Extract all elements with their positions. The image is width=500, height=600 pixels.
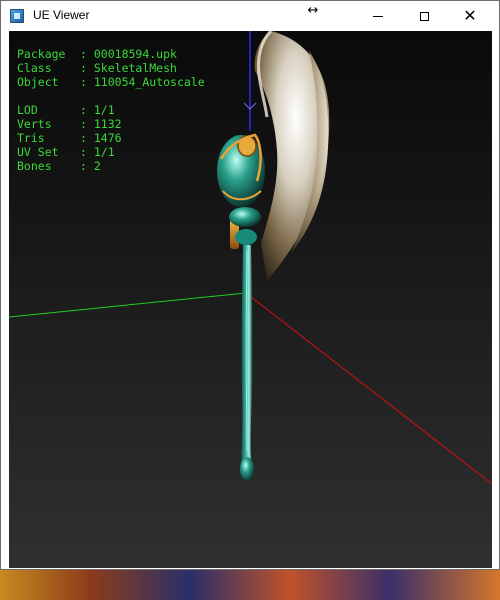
info-row-uvset: UV Set: 1/1 <box>17 145 115 159</box>
axe-collar <box>229 207 261 227</box>
object-value: 110054_Autoscale <box>93 75 205 89</box>
info-row-object: Object: 110054_Autoscale <box>17 75 205 89</box>
axe-pommel <box>240 457 254 481</box>
info-row-package: Package: 00018594.upk <box>17 47 177 61</box>
verts-value: 1132 <box>93 117 122 131</box>
info-row-lod: LOD: 1/1 <box>17 103 115 117</box>
info-row-verts: Verts: 1132 <box>17 117 122 131</box>
desktop-background <box>0 568 500 600</box>
y-axis-line <box>9 292 247 318</box>
title-bar[interactable]: UE Viewer ↔ ✕ <box>1 1 499 31</box>
move-cursor-icon: ↔ <box>307 3 319 18</box>
close-icon: ✕ <box>463 6 477 25</box>
minimize-button[interactable] <box>355 1 401 31</box>
window-title: UE Viewer <box>33 8 90 22</box>
axe-collar-2 <box>235 229 257 245</box>
bones-value: 2 <box>93 159 101 173</box>
x-axis-line <box>245 292 492 485</box>
info-row-class: Class: SkeletalMesh <box>17 61 177 75</box>
uvset-value: 1/1 <box>93 145 115 159</box>
class-value: SkeletalMesh <box>93 61 177 75</box>
ue-viewer-window: UE Viewer ↔ ✕ Package: 00018594.upk Cla… <box>0 0 500 570</box>
tris-value: 1476 <box>93 131 122 145</box>
mesh-info-panel: Package: 00018594.upk Class: SkeletalMes… <box>17 47 205 173</box>
maximize-button[interactable] <box>401 1 447 31</box>
info-row-bones: Bones: 2 <box>17 159 101 173</box>
maximize-icon <box>419 11 429 21</box>
package-value: 00018594.upk <box>93 47 177 61</box>
lod-value: 1/1 <box>93 103 115 117</box>
info-row-tris: Tris: 1476 <box>17 131 122 145</box>
minimize-icon <box>373 15 383 17</box>
close-button[interactable]: ✕ <box>447 1 493 31</box>
app-icon <box>10 9 24 23</box>
mesh-viewport[interactable]: Package: 00018594.upk Class: SkeletalMes… <box>9 31 492 568</box>
